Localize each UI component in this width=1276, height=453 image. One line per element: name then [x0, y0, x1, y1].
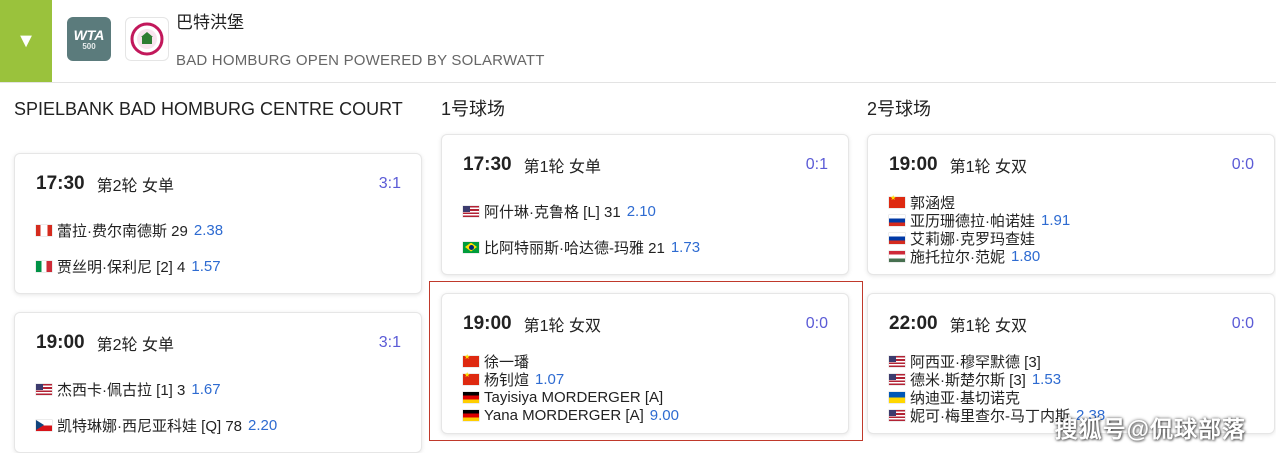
usa-flag-icon	[36, 383, 52, 395]
russia-flag-icon	[889, 214, 905, 226]
usa-flag-icon	[463, 205, 479, 217]
court-column-1: 1号球场	[441, 100, 849, 138]
russia-flag-icon	[889, 232, 905, 244]
player-row: 亚历珊德拉·帕诺娃 1.91	[889, 211, 1264, 230]
team-odds[interactable]: 1.53	[1032, 371, 1061, 388]
match-card[interactable]: 17:30 第2轮 女单 3:1 蕾拉·费尔南德斯 29 2.38 贾丝明·保利…	[14, 153, 422, 294]
tournament-logo	[125, 17, 169, 61]
player-odds[interactable]: 2.20	[248, 417, 277, 434]
team-odds[interactable]: 1.91	[1041, 212, 1070, 229]
tournament-title: 巴特洪堡	[176, 13, 244, 32]
player-row: 杰西卡·佩古拉 [1] 3 1.67	[36, 371, 411, 407]
match-score[interactable]: 0:0	[1232, 315, 1254, 333]
court-column-centre: SPIELBANK BAD HOMBURG CENTRE COURT	[14, 100, 422, 138]
match-round: 第1轮 女双	[523, 318, 601, 335]
court-column-2: 2号球场	[867, 100, 1275, 138]
player-row: 阿什琳·克鲁格 [L] 31 2.10	[463, 193, 838, 229]
match-time: 19:00	[463, 313, 512, 334]
match-card[interactable]: 19:00 第1轮 女双 0:0 徐一璠 杨钊煊 1.07 Tayisiya M…	[441, 293, 849, 434]
team-odds[interactable]: 1.80	[1011, 248, 1040, 265]
player-row: 艾莉娜·克罗玛查娃	[889, 229, 1264, 248]
team-odds[interactable]: 9.00	[650, 407, 679, 424]
player-odds[interactable]: 2.10	[627, 203, 656, 220]
player-odds[interactable]: 1.57	[191, 258, 220, 275]
match-score[interactable]: 0:0	[806, 315, 828, 333]
match-card[interactable]: 17:30 第1轮 女单 0:1 阿什琳·克鲁格 [L] 31 2.10 比阿特…	[441, 134, 849, 275]
match-time: 19:00	[36, 332, 85, 353]
player-name: 阿什琳·克鲁格 [L] 31	[484, 203, 621, 221]
china-flag-icon	[463, 371, 479, 385]
player-row: 德米·斯楚尔斯 [3] 1.53	[889, 370, 1264, 389]
court-name: SPIELBANK BAD HOMBURG CENTRE COURT	[14, 99, 403, 119]
player-name: 蕾拉·费尔南德斯 29	[57, 222, 188, 240]
ukraine-flag-icon	[889, 391, 905, 403]
match-time: 19:00	[889, 154, 938, 175]
player-row: 凯特琳娜·西尼亚科娃 [Q] 78 2.20	[36, 407, 411, 443]
germany-flag-icon	[463, 391, 479, 403]
match-score[interactable]: 0:0	[1232, 156, 1254, 174]
triangle-down-icon: ▼	[16, 29, 36, 52]
player-row: 蕾拉·费尔南德斯 29 2.38	[36, 212, 411, 248]
player-name: 贾丝明·保利尼 [2] 4	[57, 258, 186, 276]
player-row: 纳迪亚·基切诺克	[889, 388, 1264, 407]
team-odds[interactable]: 1.07	[535, 371, 564, 388]
bad-homburg-crest-icon	[130, 22, 164, 56]
player-name: Tayisiya MORDERGER [A]	[484, 388, 664, 406]
match-round: 第2轮 女单	[96, 178, 174, 195]
court-name: 2号球场	[867, 99, 932, 119]
match-round: 第1轮 女双	[949, 159, 1027, 176]
watermark: 搜狐号@侃球部落	[1054, 416, 1246, 442]
usa-flag-icon	[889, 409, 905, 421]
player-row: 比阿特丽斯·哈达德-玛雅 21 1.73	[463, 229, 838, 265]
player-name: Yana MORDERGER [A]	[484, 406, 644, 424]
match-time: 17:30	[36, 173, 85, 194]
germany-flag-icon	[463, 409, 479, 421]
usa-flag-icon	[889, 373, 905, 385]
wta-500-logo: WTA 500	[67, 17, 111, 61]
player-row: Yana MORDERGER [A] 9.00	[463, 406, 838, 424]
match-card[interactable]: 19:00 第1轮 女双 0:0 郭涵煜 亚历珊德拉·帕诺娃 1.91 艾莉娜·…	[867, 134, 1275, 275]
player-odds[interactable]: 1.67	[191, 381, 220, 398]
player-odds[interactable]: 1.73	[671, 239, 700, 256]
tournament-subtitle: BAD HOMBURG OPEN POWERED BY SOLARWATT	[176, 52, 545, 69]
match-round: 第1轮 女双	[949, 318, 1027, 335]
player-name: 凯特琳娜·西尼亚科娃 [Q] 78	[57, 417, 243, 435]
player-row: 郭涵煜	[889, 193, 1264, 212]
match-time: 22:00	[889, 313, 938, 334]
player-name: 施托拉尔·范妮	[910, 248, 1005, 266]
player-name: 妮可·梅里查尔-马丁内斯	[910, 407, 1070, 425]
china-flag-icon	[889, 194, 905, 208]
player-name: 比阿特丽斯·哈达德-玛雅 21	[484, 239, 665, 257]
player-row: 贾丝明·保利尼 [2] 4 1.57	[36, 248, 411, 284]
player-name: 杨钊煊	[484, 371, 530, 389]
match-time: 17:30	[463, 154, 512, 175]
brazil-flag-icon	[463, 241, 479, 253]
player-odds[interactable]: 2.38	[194, 222, 223, 239]
player-name: 杰西卡·佩古拉 [1] 3	[57, 381, 186, 399]
hungary-flag-icon	[889, 250, 905, 262]
player-row: Tayisiya MORDERGER [A]	[463, 388, 838, 406]
china-flag-icon	[463, 353, 479, 367]
player-row: 施托拉尔·范妮 1.80	[889, 247, 1264, 266]
event-header: ▼ WTA 500 巴特洪堡 BAD HOMBURG OPEN POWERED …	[0, 0, 1276, 83]
canada-flag-icon	[36, 224, 52, 236]
italy-flag-icon	[36, 260, 52, 272]
usa-flag-icon	[889, 355, 905, 367]
czech-flag-icon	[36, 419, 52, 431]
collapse-toggle-button[interactable]: ▼	[0, 0, 52, 82]
match-score[interactable]: 3:1	[379, 334, 401, 352]
player-row: 徐一璠	[463, 352, 838, 371]
match-card[interactable]: 19:00 第2轮 女单 3:1 杰西卡·佩古拉 [1] 3 1.67 凯特琳娜…	[14, 312, 422, 453]
player-row: 杨钊煊 1.07	[463, 370, 838, 389]
match-round: 第2轮 女单	[96, 337, 174, 354]
match-round: 第1轮 女单	[523, 159, 601, 176]
player-row: 阿西亚·穆罕默德 [3]	[889, 352, 1264, 371]
court-name: 1号球场	[441, 99, 506, 119]
match-score[interactable]: 0:1	[806, 156, 828, 174]
match-score[interactable]: 3:1	[379, 175, 401, 193]
